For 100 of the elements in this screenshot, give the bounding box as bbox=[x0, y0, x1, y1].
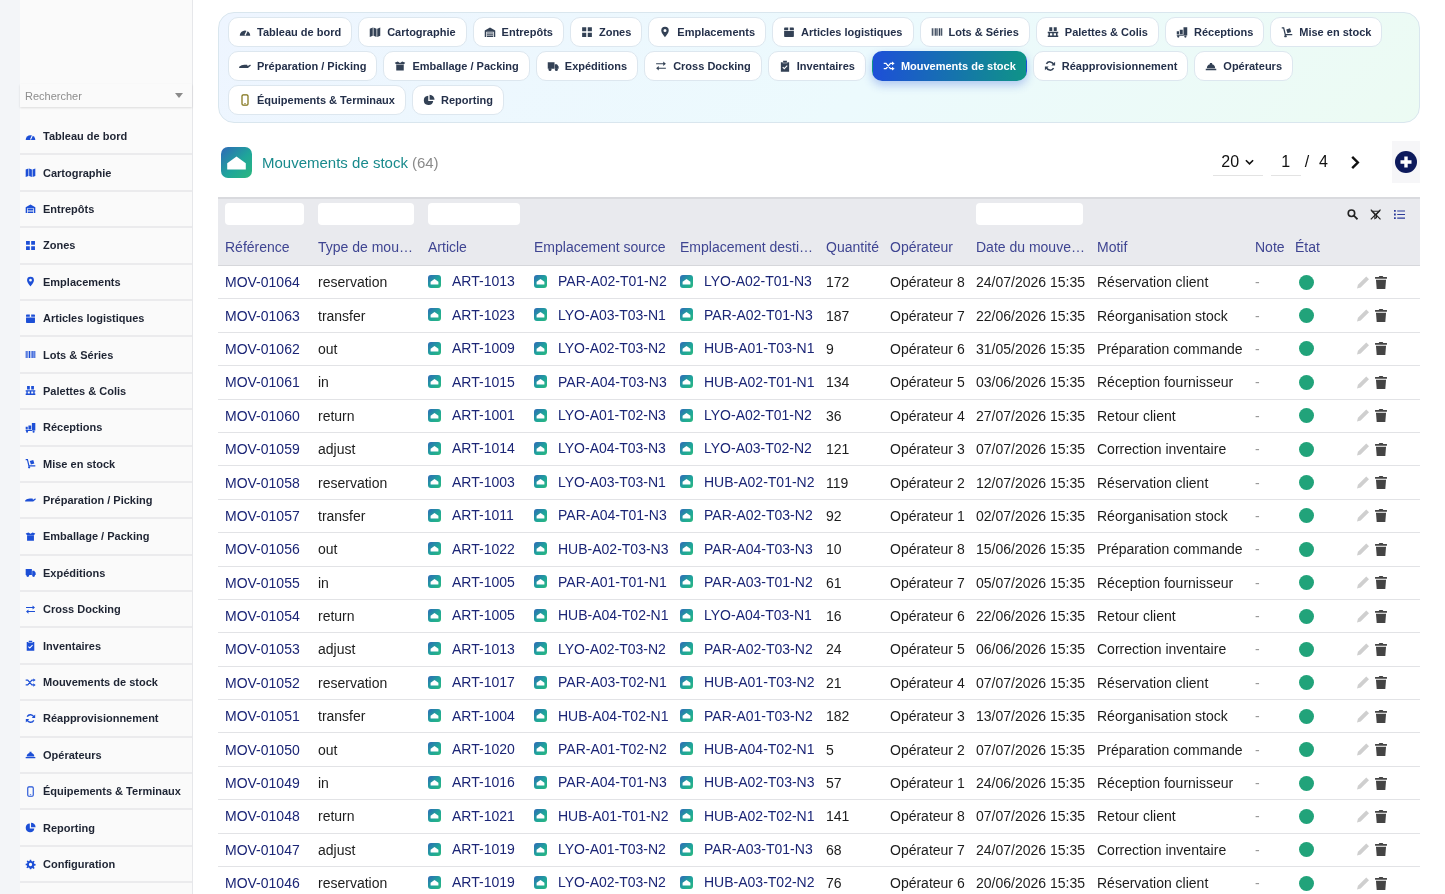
article-link[interactable]: ART-1019 bbox=[452, 874, 515, 891]
location-link[interactable]: HUB-A01-T03-N1 bbox=[704, 340, 815, 357]
location-link[interactable]: LYO-A02-T03-N2 bbox=[558, 340, 666, 357]
trash-icon[interactable] bbox=[1375, 709, 1387, 723]
search-field[interactable]: Rechercher bbox=[20, 84, 192, 107]
location-link[interactable]: LYO-A02-T03-N2 bbox=[558, 874, 666, 891]
reference-link[interactable]: MOV-01056 bbox=[225, 541, 300, 558]
trash-icon[interactable] bbox=[1375, 409, 1387, 423]
location-link[interactable]: PAR-A02-T01-N3 bbox=[704, 306, 813, 323]
nav-tab[interactable]: Palettes & Colis bbox=[1035, 17, 1159, 47]
article-link[interactable]: ART-1001 bbox=[452, 407, 515, 423]
list-icon[interactable] bbox=[1393, 208, 1405, 220]
nav-tab[interactable]: Emballage / Packing bbox=[383, 51, 530, 81]
trash-icon[interactable] bbox=[1375, 375, 1387, 389]
article-link[interactable]: ART-1013 bbox=[452, 640, 515, 657]
location-link[interactable]: PAR-A01-T01-N1 bbox=[558, 573, 667, 590]
add-button[interactable] bbox=[1392, 141, 1420, 183]
trash-icon[interactable] bbox=[1375, 876, 1387, 890]
sidebar-item[interactable]: Réapprovisionnement bbox=[20, 701, 192, 738]
reference-link[interactable]: MOV-01058 bbox=[225, 474, 300, 491]
location-link[interactable]: PAR-A04-T01-N3 bbox=[558, 774, 667, 791]
nav-tab[interactable]: Emplacements bbox=[648, 17, 766, 47]
location-link[interactable]: LYO-A01-T02-N3 bbox=[558, 407, 666, 423]
reference-link[interactable]: MOV-01048 bbox=[225, 808, 300, 825]
reference-link[interactable]: MOV-01051 bbox=[225, 708, 300, 725]
article-link[interactable]: ART-1005 bbox=[452, 573, 515, 590]
sidebar-item[interactable]: Articles logistiques bbox=[20, 300, 192, 338]
article-link[interactable]: ART-1023 bbox=[452, 306, 515, 323]
trash-icon[interactable] bbox=[1375, 275, 1387, 289]
trash-icon[interactable] bbox=[1375, 576, 1387, 590]
nav-tab[interactable]: Réapprovisionnement bbox=[1032, 51, 1189, 81]
sidebar-item[interactable]: Tableau de bord bbox=[20, 119, 192, 156]
sidebar-item[interactable]: Inventaires bbox=[20, 628, 192, 665]
location-link[interactable]: PAR-A04-T03-N3 bbox=[558, 373, 667, 390]
search-icon[interactable] bbox=[1347, 207, 1359, 221]
article-link[interactable]: ART-1005 bbox=[452, 607, 515, 624]
location-link[interactable]: LYO-A02-T01-N2 bbox=[704, 407, 812, 423]
trash-icon[interactable] bbox=[1375, 442, 1387, 456]
location-link[interactable]: LYO-A01-T03-N2 bbox=[558, 841, 666, 858]
reference-link[interactable]: MOV-01046 bbox=[225, 875, 300, 892]
crossed-filter-icon[interactable] bbox=[1370, 207, 1382, 221]
nav-tab[interactable]: Préparation / Picking bbox=[228, 51, 378, 81]
location-link[interactable]: PAR-A04-T03-N3 bbox=[704, 540, 813, 557]
location-link[interactable]: PAR-A03-T01-N3 bbox=[704, 841, 813, 858]
trash-icon[interactable] bbox=[1375, 676, 1387, 690]
column-header[interactable]: Article bbox=[428, 239, 467, 255]
location-link[interactable]: HUB-A04-T02-N1 bbox=[558, 607, 669, 624]
reference-link[interactable]: MOV-01049 bbox=[225, 775, 300, 792]
column-header[interactable]: Motif bbox=[1097, 239, 1128, 255]
sidebar-item[interactable]: Entrepôts bbox=[20, 191, 192, 229]
article-link[interactable]: ART-1019 bbox=[452, 841, 515, 858]
location-link[interactable]: HUB-A04-T02-N1 bbox=[704, 740, 815, 757]
location-link[interactable]: LYO-A03-T02-N2 bbox=[704, 440, 812, 457]
sidebar-item[interactable]: Reporting bbox=[20, 810, 192, 847]
sidebar-item[interactable]: Opérateurs bbox=[20, 737, 192, 775]
nav-tab[interactable]: Opérateurs bbox=[1194, 51, 1294, 81]
nav-tab[interactable]: Tableau de bord bbox=[228, 17, 353, 47]
sidebar-item[interactable]: Expéditions bbox=[20, 555, 192, 593]
next-page-button[interactable] bbox=[1350, 154, 1360, 170]
nav-tab[interactable]: Cartographie bbox=[358, 17, 467, 47]
reference-link[interactable]: MOV-01050 bbox=[225, 741, 300, 758]
article-link[interactable]: ART-1017 bbox=[452, 674, 515, 691]
reference-link[interactable]: MOV-01062 bbox=[225, 340, 300, 357]
trash-icon[interactable] bbox=[1375, 476, 1387, 490]
location-link[interactable]: HUB-A03-T02-N2 bbox=[704, 874, 815, 891]
location-link[interactable]: HUB-A01-T01-N2 bbox=[558, 807, 669, 824]
article-link[interactable]: ART-1011 bbox=[452, 507, 514, 524]
sidebar-item[interactable]: Palettes & Colis bbox=[20, 373, 192, 411]
location-link[interactable]: LYO-A03-T03-N1 bbox=[558, 473, 666, 490]
column-header[interactable]: Quantité bbox=[826, 239, 879, 255]
column-header[interactable]: Type de mou… bbox=[318, 239, 413, 255]
location-link[interactable]: PAR-A01-T03-N2 bbox=[704, 707, 813, 724]
nav-tab[interactable]: Cross Docking bbox=[644, 51, 762, 81]
article-link[interactable]: ART-1020 bbox=[452, 740, 515, 757]
page-size-select[interactable]: 20 bbox=[1212, 148, 1263, 176]
nav-tab[interactable]: Reporting bbox=[411, 85, 504, 115]
page-input[interactable]: 1 bbox=[1270, 148, 1301, 176]
reference-link[interactable]: MOV-01061 bbox=[225, 374, 300, 391]
nav-tab[interactable]: Réceptions bbox=[1164, 17, 1265, 47]
article-link[interactable]: ART-1021 bbox=[452, 807, 515, 824]
column-header[interactable]: Note bbox=[1255, 239, 1285, 255]
location-link[interactable]: PAR-A01-T02-N2 bbox=[558, 740, 667, 757]
sidebar-item[interactable]: Préparation / Picking bbox=[20, 482, 192, 520]
location-link[interactable]: LYO-A04-T03-N1 bbox=[704, 607, 812, 624]
trash-icon[interactable] bbox=[1375, 342, 1387, 356]
trash-icon[interactable] bbox=[1375, 809, 1387, 823]
trash-icon[interactable] bbox=[1375, 776, 1387, 790]
trash-icon[interactable] bbox=[1375, 643, 1387, 656]
location-link[interactable]: HUB-A04-T02-N1 bbox=[558, 707, 669, 724]
reference-link[interactable]: MOV-01053 bbox=[225, 641, 300, 658]
column-header[interactable]: Opérateur bbox=[890, 239, 954, 255]
location-link[interactable]: PAR-A02-T03-N2 bbox=[704, 507, 813, 524]
article-link[interactable]: ART-1014 bbox=[452, 440, 515, 457]
column-header[interactable]: Emplacement source bbox=[534, 239, 666, 255]
location-link[interactable]: LYO-A04-T03-N3 bbox=[558, 440, 666, 457]
nav-tab[interactable]: Articles logistiques bbox=[772, 17, 914, 47]
location-link[interactable]: LYO-A03-T03-N1 bbox=[558, 306, 666, 323]
location-link[interactable]: HUB-A02-T01-N1 bbox=[704, 373, 815, 390]
sidebar-item[interactable]: Lots & Séries bbox=[20, 337, 192, 374]
nav-tab[interactable]: Mouvements de stock bbox=[871, 51, 1027, 81]
